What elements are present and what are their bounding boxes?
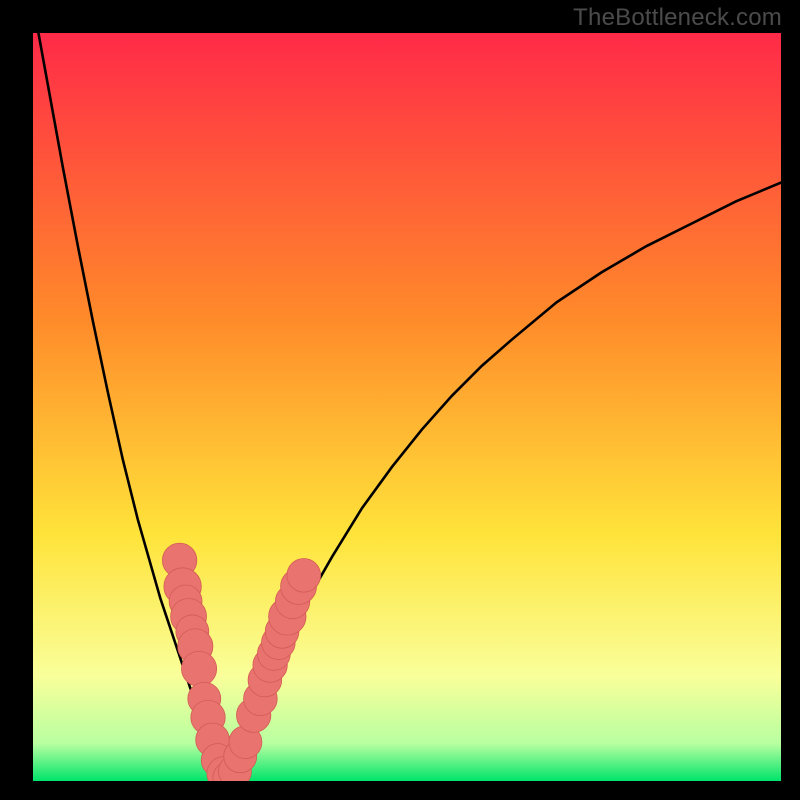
watermark-text: TheBottleneck.com bbox=[573, 4, 782, 32]
bottleneck-chart bbox=[0, 0, 800, 800]
chart-frame: TheBottleneck.com bbox=[0, 0, 800, 800]
data-marker bbox=[181, 651, 216, 686]
data-marker bbox=[287, 558, 321, 592]
plot-background bbox=[33, 33, 781, 781]
